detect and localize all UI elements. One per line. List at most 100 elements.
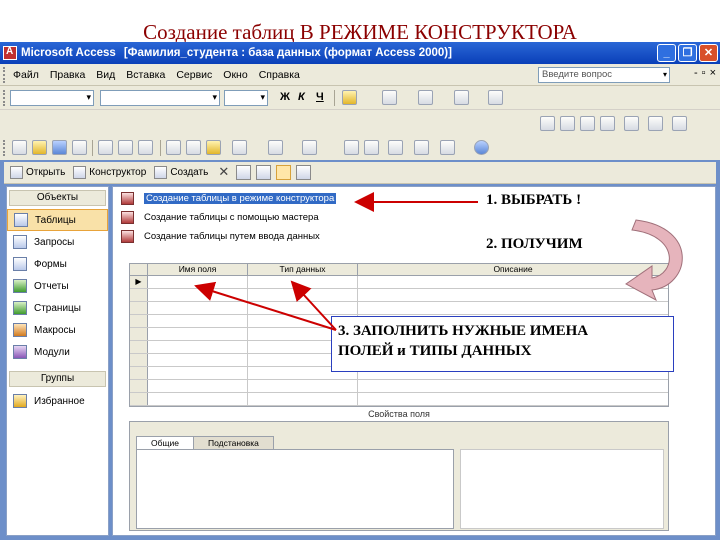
size-to-fit-icon[interactable]	[648, 116, 663, 131]
copy-icon[interactable]	[186, 140, 201, 155]
paste-icon[interactable]	[206, 140, 221, 155]
font-color-icon[interactable]	[382, 90, 397, 105]
create-table-wizard[interactable]: Создание таблицы с помощью мастера	[121, 211, 319, 224]
minimize-button[interactable]: _	[657, 44, 676, 62]
toolbar-grip-icon[interactable]	[3, 140, 9, 156]
create-table-data-entry[interactable]: Создание таблицы путем ввода данных	[121, 230, 320, 243]
row-selector[interactable]	[130, 289, 148, 301]
special-effect-icon[interactable]	[488, 90, 503, 105]
field-name-cell[interactable]	[148, 354, 248, 366]
table-row[interactable]	[130, 380, 668, 393]
menu-help[interactable]: Справка	[259, 69, 300, 81]
row-selector[interactable]	[130, 393, 148, 405]
help-icon[interactable]	[474, 140, 489, 155]
toolbar-grip-icon[interactable]	[3, 66, 9, 83]
doc-restore-button[interactable]: ▫	[702, 67, 706, 79]
objects-item-queries[interactable]: Запросы	[7, 231, 108, 253]
objects-item-modules[interactable]: Модули	[7, 341, 108, 363]
design-button[interactable]: Конструктор	[73, 166, 146, 179]
ask-question-input[interactable]: Введите вопрос ▾	[538, 67, 670, 83]
analyze-icon[interactable]	[302, 140, 317, 155]
objects-item-pages[interactable]: Страницы	[7, 297, 108, 319]
close-button[interactable]: ✕	[699, 44, 718, 62]
field-name-cell[interactable]	[148, 315, 248, 327]
objects-item-reports[interactable]: Отчеты	[7, 275, 108, 297]
row-selector[interactable]	[130, 380, 148, 392]
size-to-grid-icon[interactable]	[672, 116, 687, 131]
relationships-icon[interactable]	[414, 140, 429, 155]
border-style-icon[interactable]	[454, 90, 469, 105]
chevron-down-icon[interactable]: ▾	[663, 68, 667, 82]
underline-button[interactable]: Ч	[316, 91, 324, 103]
row-selector[interactable]	[130, 315, 148, 327]
tab-general[interactable]: Общие	[136, 436, 194, 450]
objects-item-macros[interactable]: Макросы	[7, 319, 108, 341]
description-cell[interactable]	[358, 289, 668, 301]
open-folder-icon[interactable]	[32, 140, 47, 155]
align-top-icon[interactable]	[600, 116, 615, 131]
field-name-cell[interactable]	[148, 341, 248, 353]
create-table-design-view[interactable]: Создание таблицы в режиме конструктора	[121, 192, 337, 205]
row-selector[interactable]	[130, 328, 148, 340]
field-name-cell[interactable]	[148, 380, 248, 392]
menu-file[interactable]: Файл	[13, 69, 39, 81]
delete-icon[interactable]: ✕	[216, 165, 231, 180]
access-app-icon[interactable]	[3, 46, 17, 60]
object-combo[interactable]	[10, 90, 94, 106]
align-right-icon[interactable]	[580, 116, 595, 131]
doc-minimize-button[interactable]: -	[694, 67, 698, 79]
font-size-combo[interactable]	[224, 90, 268, 106]
file-search-icon[interactable]	[72, 140, 87, 155]
fill-color-icon[interactable]	[342, 90, 357, 105]
code-icon[interactable]	[344, 140, 359, 155]
table-row[interactable]: ▶	[130, 276, 668, 289]
description-cell[interactable]	[358, 393, 668, 405]
new-file-icon[interactable]	[12, 140, 27, 155]
print-icon[interactable]	[98, 140, 113, 155]
large-icons-icon[interactable]	[236, 165, 252, 180]
field-name-cell[interactable]	[148, 289, 248, 301]
font-name-combo[interactable]	[100, 90, 220, 106]
office-links-icon[interactable]	[268, 140, 283, 155]
menu-tools[interactable]: Сервис	[176, 69, 212, 81]
open-button[interactable]: Открыть	[10, 166, 65, 179]
row-selector[interactable]	[130, 302, 148, 314]
properties-icon[interactable]	[388, 140, 403, 155]
menu-view[interactable]: Вид	[96, 69, 115, 81]
field-name-cell[interactable]	[148, 302, 248, 314]
row-selector[interactable]	[130, 341, 148, 353]
groups-header[interactable]: Группы	[9, 371, 106, 387]
row-selector[interactable]: ▶	[130, 276, 148, 288]
table-row[interactable]	[130, 393, 668, 406]
menu-edit[interactable]: Правка	[50, 69, 85, 81]
create-button[interactable]: Создать	[154, 166, 208, 179]
objects-item-tables[interactable]: Таблицы	[7, 209, 108, 231]
toolbar-grip-icon[interactable]	[3, 90, 9, 106]
objects-item-forms[interactable]: Формы	[7, 253, 108, 275]
new-object-icon[interactable]	[440, 140, 455, 155]
description-cell[interactable]	[358, 380, 668, 392]
italic-button[interactable]: К	[298, 91, 305, 103]
data-type-cell[interactable]	[248, 302, 358, 314]
bold-button[interactable]: Ж	[280, 91, 290, 103]
align-center-icon[interactable]	[560, 116, 575, 131]
data-type-cell[interactable]	[248, 289, 358, 301]
table-row[interactable]	[130, 302, 668, 315]
spelling-icon[interactable]	[138, 140, 153, 155]
objects-header[interactable]: Объекты	[9, 190, 106, 206]
list-view-icon[interactable]	[276, 165, 292, 180]
script-icon[interactable]	[364, 140, 379, 155]
description-cell[interactable]	[358, 302, 668, 314]
description-cell[interactable]	[358, 276, 668, 288]
cut-icon[interactable]	[166, 140, 181, 155]
menu-insert[interactable]: Вставка	[126, 69, 165, 81]
table-row[interactable]	[130, 289, 668, 302]
align-bottom-icon[interactable]	[624, 116, 639, 131]
save-icon[interactable]	[52, 140, 67, 155]
data-type-cell[interactable]	[248, 393, 358, 405]
menu-window[interactable]: Окно	[223, 69, 247, 81]
undo-icon[interactable]	[232, 140, 247, 155]
restore-button[interactable]: ❐	[678, 44, 697, 62]
doc-close-button[interactable]: ×	[710, 67, 716, 79]
data-type-cell[interactable]	[248, 380, 358, 392]
